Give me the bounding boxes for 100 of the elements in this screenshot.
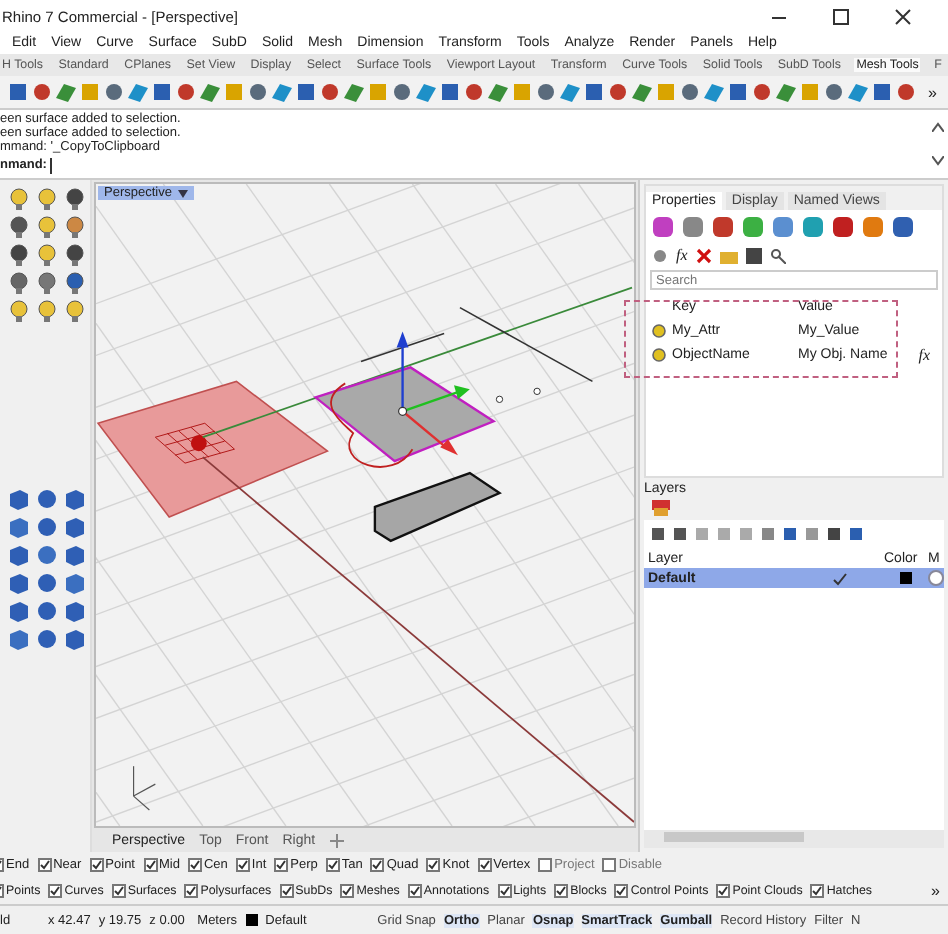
cube-icon[interactable]: [152, 82, 172, 102]
sphere-icon[interactable]: [36, 600, 58, 622]
cube-icon[interactable]: [8, 82, 28, 102]
plane-icon[interactable]: [272, 82, 292, 102]
cube-icon[interactable]: [584, 82, 604, 102]
control-point[interactable]: [495, 395, 504, 403]
material-icon[interactable]: [928, 570, 944, 586]
curve-line[interactable]: [360, 332, 445, 363]
property-icon[interactable]: [772, 216, 794, 238]
sphere-icon[interactable]: [36, 544, 58, 566]
checkbox-icon[interactable]: [370, 858, 385, 872]
surface-patch[interactable]: [313, 366, 497, 463]
bulb-icon[interactable]: [36, 300, 58, 322]
sphere-icon[interactable]: [824, 82, 844, 102]
checkbox-icon[interactable]: [477, 858, 492, 872]
checkbox-icon[interactable]: [48, 884, 63, 898]
control-point[interactable]: [533, 387, 541, 396]
cube-icon[interactable]: [64, 572, 86, 594]
plane-icon[interactable]: [200, 82, 220, 102]
overflow-button[interactable]: »: [931, 882, 948, 900]
cube-icon[interactable]: [728, 82, 748, 102]
sphere-icon[interactable]: [36, 628, 58, 650]
bulb-icon[interactable]: [36, 216, 58, 238]
polyline-shape[interactable]: [373, 471, 502, 543]
save-icon[interactable]: [745, 247, 762, 263]
bulb-icon[interactable]: [8, 272, 30, 294]
bulb-icon[interactable]: [64, 272, 86, 294]
cube-icon[interactable]: [8, 488, 30, 510]
checkbox-icon[interactable]: [538, 858, 553, 872]
checkbox-icon[interactable]: [235, 858, 250, 872]
plane-icon[interactable]: [344, 82, 364, 102]
sphere-icon[interactable]: [36, 488, 58, 510]
plane-surface[interactable]: [96, 380, 329, 518]
scrollbar[interactable]: [644, 830, 944, 848]
plane-icon[interactable]: [416, 82, 436, 102]
sphere-icon[interactable]: [896, 82, 916, 102]
checkbox-icon[interactable]: [340, 884, 355, 898]
function-button[interactable]: fx: [918, 345, 930, 363]
checkbox-icon[interactable]: [325, 858, 340, 872]
checkbox-icon[interactable]: [716, 884, 731, 898]
property-icon[interactable]: [682, 216, 704, 238]
checkbox-icon[interactable]: [554, 884, 569, 898]
checkbox-icon[interactable]: [184, 884, 199, 898]
sphere-icon[interactable]: [320, 82, 340, 102]
bulb-icon[interactable]: [64, 188, 86, 210]
curve[interactable]: [330, 382, 414, 468]
checkbox-icon[interactable]: [279, 884, 294, 898]
checkbox-icon[interactable]: [143, 858, 157, 872]
checkbox-icon[interactable]: [497, 884, 512, 898]
checkbox-icon[interactable]: [810, 884, 825, 898]
cube-icon[interactable]: [872, 82, 892, 102]
gumball-drawing[interactable]: [396, 331, 470, 456]
close-icon[interactable]: [894, 7, 912, 25]
sphere-icon[interactable]: [680, 82, 700, 102]
bulb-icon[interactable]: [36, 188, 58, 210]
cube-icon[interactable]: [64, 544, 86, 566]
property-icon[interactable]: [742, 216, 764, 238]
checkbox-icon[interactable]: [407, 884, 422, 898]
plane-icon[interactable]: [560, 82, 580, 102]
sphere-icon[interactable]: [248, 82, 268, 102]
scroll-down-icon[interactable]: [932, 156, 944, 166]
property-icon[interactable]: [712, 216, 734, 238]
cube-icon[interactable]: [64, 600, 86, 622]
cube-icon[interactable]: [8, 572, 30, 594]
sphere-icon[interactable]: [464, 82, 484, 102]
bulb-icon[interactable]: [64, 244, 86, 266]
cube-icon[interactable]: [64, 488, 86, 510]
color-swatch[interactable]: [900, 572, 912, 584]
checkbox-icon[interactable]: [89, 858, 104, 872]
checkbox-icon[interactable]: [614, 884, 629, 898]
checkbox-icon[interactable]: [187, 858, 202, 872]
sphere-icon[interactable]: [32, 82, 52, 102]
cube-icon[interactable]: [8, 544, 30, 566]
sphere-icon[interactable]: [176, 82, 196, 102]
checkbox-icon[interactable]: [111, 884, 126, 898]
property-icon[interactable]: [832, 216, 854, 238]
function-button[interactable]: fx: [676, 246, 688, 264]
plane-icon[interactable]: [632, 82, 652, 102]
plane-icon[interactable]: [848, 82, 868, 102]
plane-icon[interactable]: [488, 82, 508, 102]
property-icon[interactable]: [862, 216, 884, 238]
sphere-icon[interactable]: [104, 82, 124, 102]
sphere-icon[interactable]: [36, 572, 58, 594]
sphere-icon[interactable]: [752, 82, 772, 102]
checkbox-icon[interactable]: [274, 858, 289, 872]
layers-icon[interactable]: [652, 500, 670, 516]
cube-icon[interactable]: [8, 628, 30, 650]
plane-icon[interactable]: [776, 82, 796, 102]
bulb-icon[interactable]: [8, 216, 30, 238]
scroll-up-icon[interactable]: [932, 122, 944, 132]
bulb-icon[interactable]: [8, 188, 30, 210]
sphere-icon[interactable]: [536, 82, 556, 102]
property-icon[interactable]: [892, 216, 914, 238]
cube-icon[interactable]: [296, 82, 316, 102]
sphere-icon[interactable]: [608, 82, 628, 102]
bulb-icon[interactable]: [36, 272, 58, 294]
checkbox-icon[interactable]: [37, 858, 52, 872]
plane-icon[interactable]: [704, 82, 724, 102]
plane-icon[interactable]: [128, 82, 148, 102]
delete-icon[interactable]: [695, 247, 712, 263]
